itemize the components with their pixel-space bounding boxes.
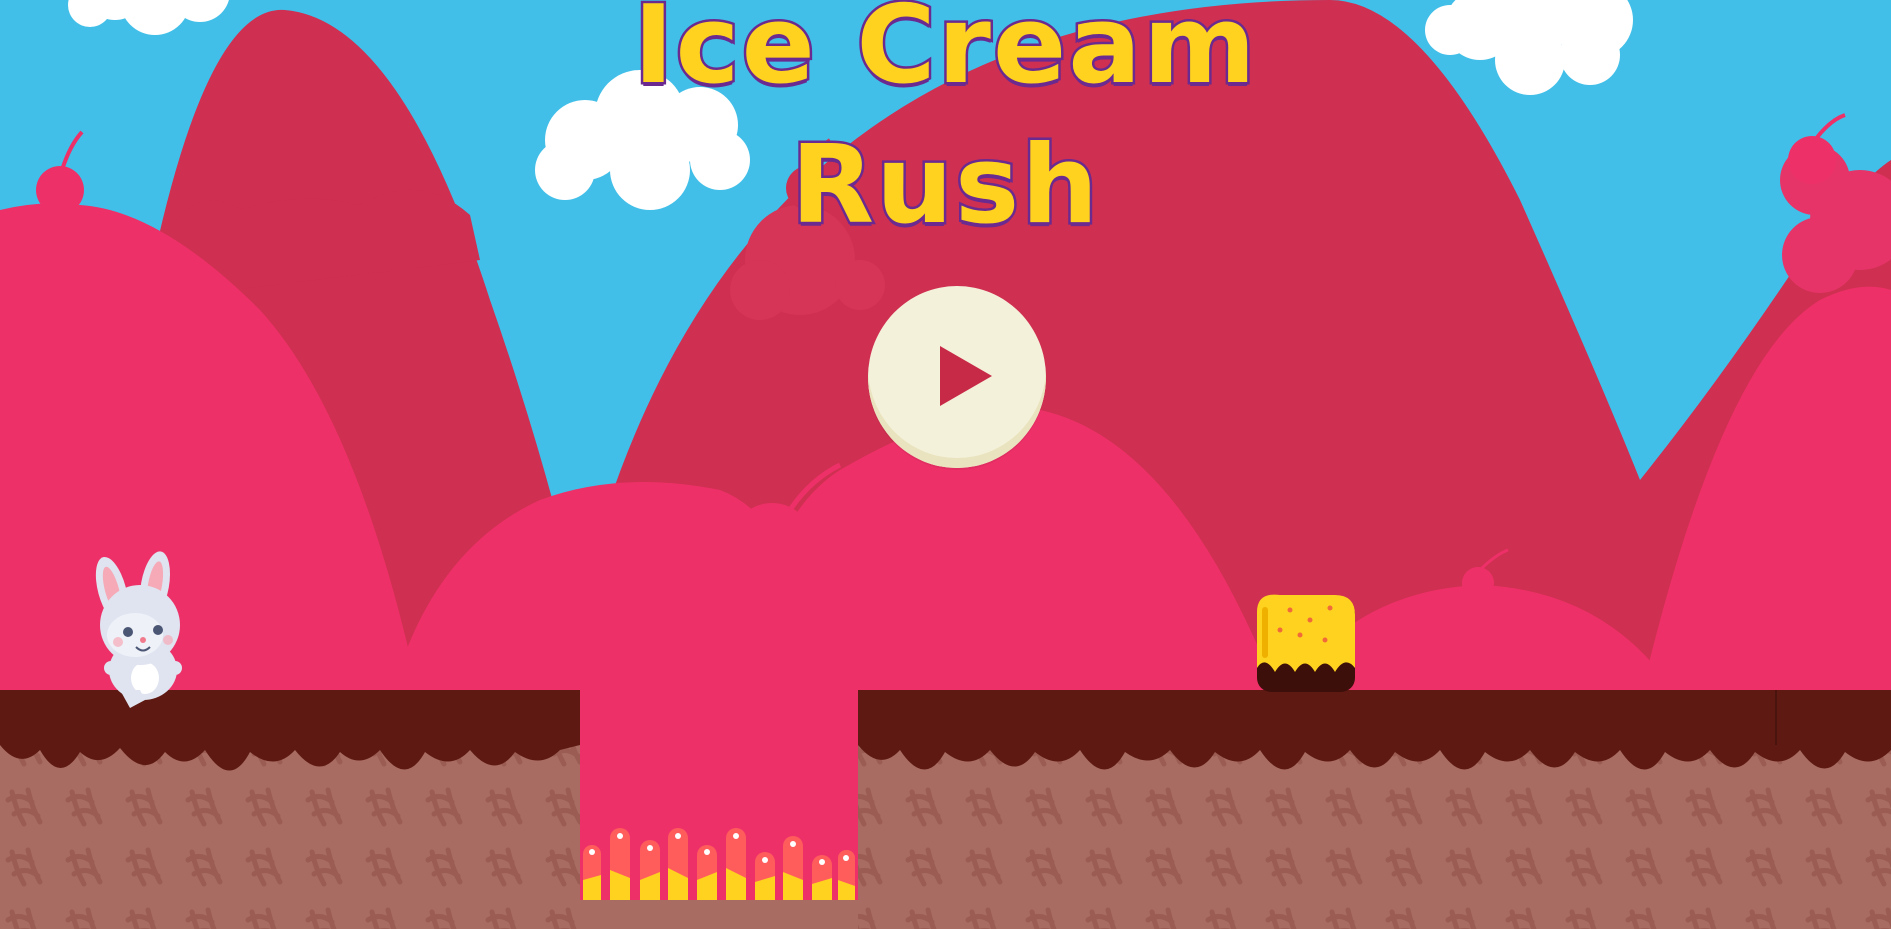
ground-platform-left xyxy=(0,690,580,929)
play-icon xyxy=(940,346,992,406)
play-button[interactable] xyxy=(868,286,1046,468)
game-title-line1: Ice Cream xyxy=(631,0,1258,108)
cake-obstacle xyxy=(1257,594,1355,692)
game-title-line2: Rush xyxy=(788,123,1101,248)
ground-platform-right xyxy=(858,690,1891,929)
game-screen: Ice Cream Rush xyxy=(0,0,1891,929)
